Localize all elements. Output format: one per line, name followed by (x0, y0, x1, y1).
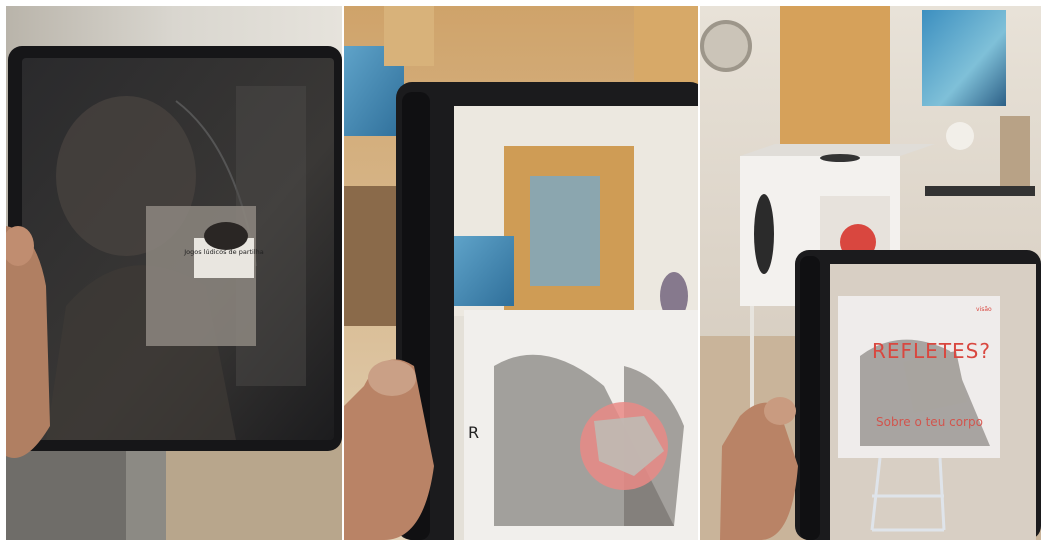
tablet-device: REFLETES? Sobre o teu corpo visão (795, 250, 1041, 540)
wall-painting (922, 10, 1006, 106)
panel-2-scene: R (344, 6, 698, 540)
round-mirror (700, 20, 752, 72)
tiled-floor (166, 436, 342, 540)
photo-collage: Jogos lúdicos de partilha R REFLETES? So… (0, 0, 1047, 540)
poster-subline: Sobre o teu corpo (876, 415, 983, 429)
poster-logo: visão (976, 306, 992, 313)
tablet-device: R (396, 82, 698, 540)
poster-edge-letter: R (468, 423, 479, 442)
photo-panel-3: REFLETES? Sobre o teu corpo visão (700, 6, 1041, 540)
shelf (344, 186, 404, 326)
sofa-cushion (6, 446, 126, 540)
tablet-device: Jogos lúdicos de partilha (8, 46, 342, 451)
poster-headline: REFLETES? (872, 339, 991, 363)
shelf (925, 186, 1035, 196)
photo-panel-1: Jogos lúdicos de partilha (6, 6, 342, 540)
photo-panel-2: R (344, 6, 698, 540)
pencil-holder (800, 256, 820, 540)
panel-3-scene: REFLETES? Sobre o teu corpo visão (700, 6, 1041, 540)
panel-1-scene: Jogos lúdicos de partilha (6, 6, 342, 540)
